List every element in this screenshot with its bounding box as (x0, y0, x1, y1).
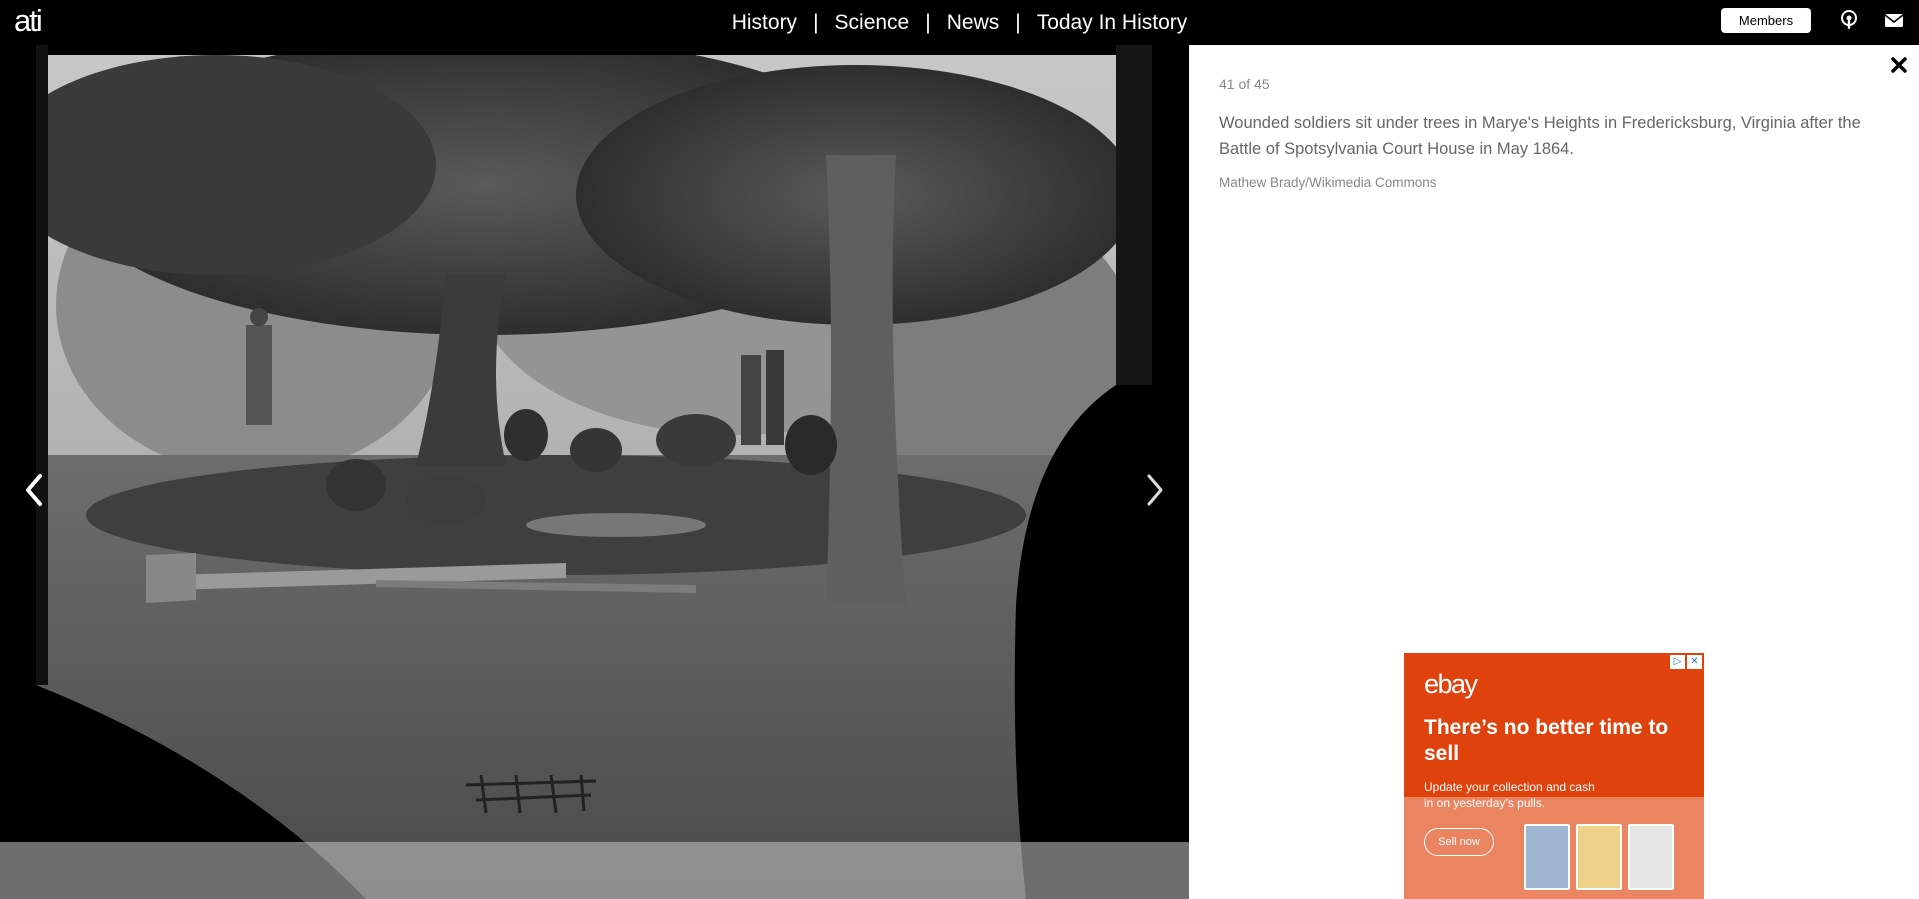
top-navigation-bar: ati History | Science | News | Today In … (0, 0, 1919, 45)
gallery-bottom-overlay (0, 842, 1189, 899)
photo-caption: Wounded soldiers sit under trees in Mary… (1219, 114, 1861, 158)
nav-today-in-history[interactable]: Today In History (1033, 11, 1192, 35)
ad-close-icon[interactable]: ✕ (1687, 655, 1702, 669)
main-nav: History | Science | News | Today In Hist… (0, 0, 1919, 45)
members-button[interactable]: Members (1721, 8, 1811, 33)
ad-brand-logo: ebay (1424, 669, 1478, 699)
nav-history[interactable]: History (728, 11, 801, 35)
ad-choices-icon[interactable]: ▷ (1670, 655, 1685, 669)
slide-counter: 41 of 45 (1219, 76, 1270, 92)
nav-separator: | (925, 10, 931, 34)
next-photo-button[interactable] (1139, 470, 1169, 510)
ad-bottom-overlay (1404, 797, 1704, 899)
chevron-left-icon (26, 474, 42, 506)
close-icon (1891, 57, 1907, 73)
nav-news[interactable]: News (943, 11, 1004, 35)
chevron-right-icon (1147, 474, 1163, 506)
mail-icon[interactable] (1883, 9, 1905, 31)
close-gallery-button[interactable] (1888, 54, 1910, 76)
nav-separator: | (1015, 10, 1021, 34)
gallery-photo (36, 45, 1152, 899)
ad-headline: There’s no better time to sell (1424, 716, 1669, 765)
podcast-icon[interactable] (1838, 9, 1860, 31)
nav-science[interactable]: Science (831, 11, 914, 35)
nav-separator: | (813, 10, 819, 34)
previous-photo-button[interactable] (20, 470, 50, 510)
advertisement[interactable]: ▷ ✕ ebay There’s no better time to sell … (1404, 653, 1704, 899)
photo-credit: Mathew Brady/Wikimedia Commons (1219, 175, 1437, 190)
photo-gallery (0, 45, 1189, 899)
ad-controls: ▷ ✕ (1670, 655, 1702, 669)
